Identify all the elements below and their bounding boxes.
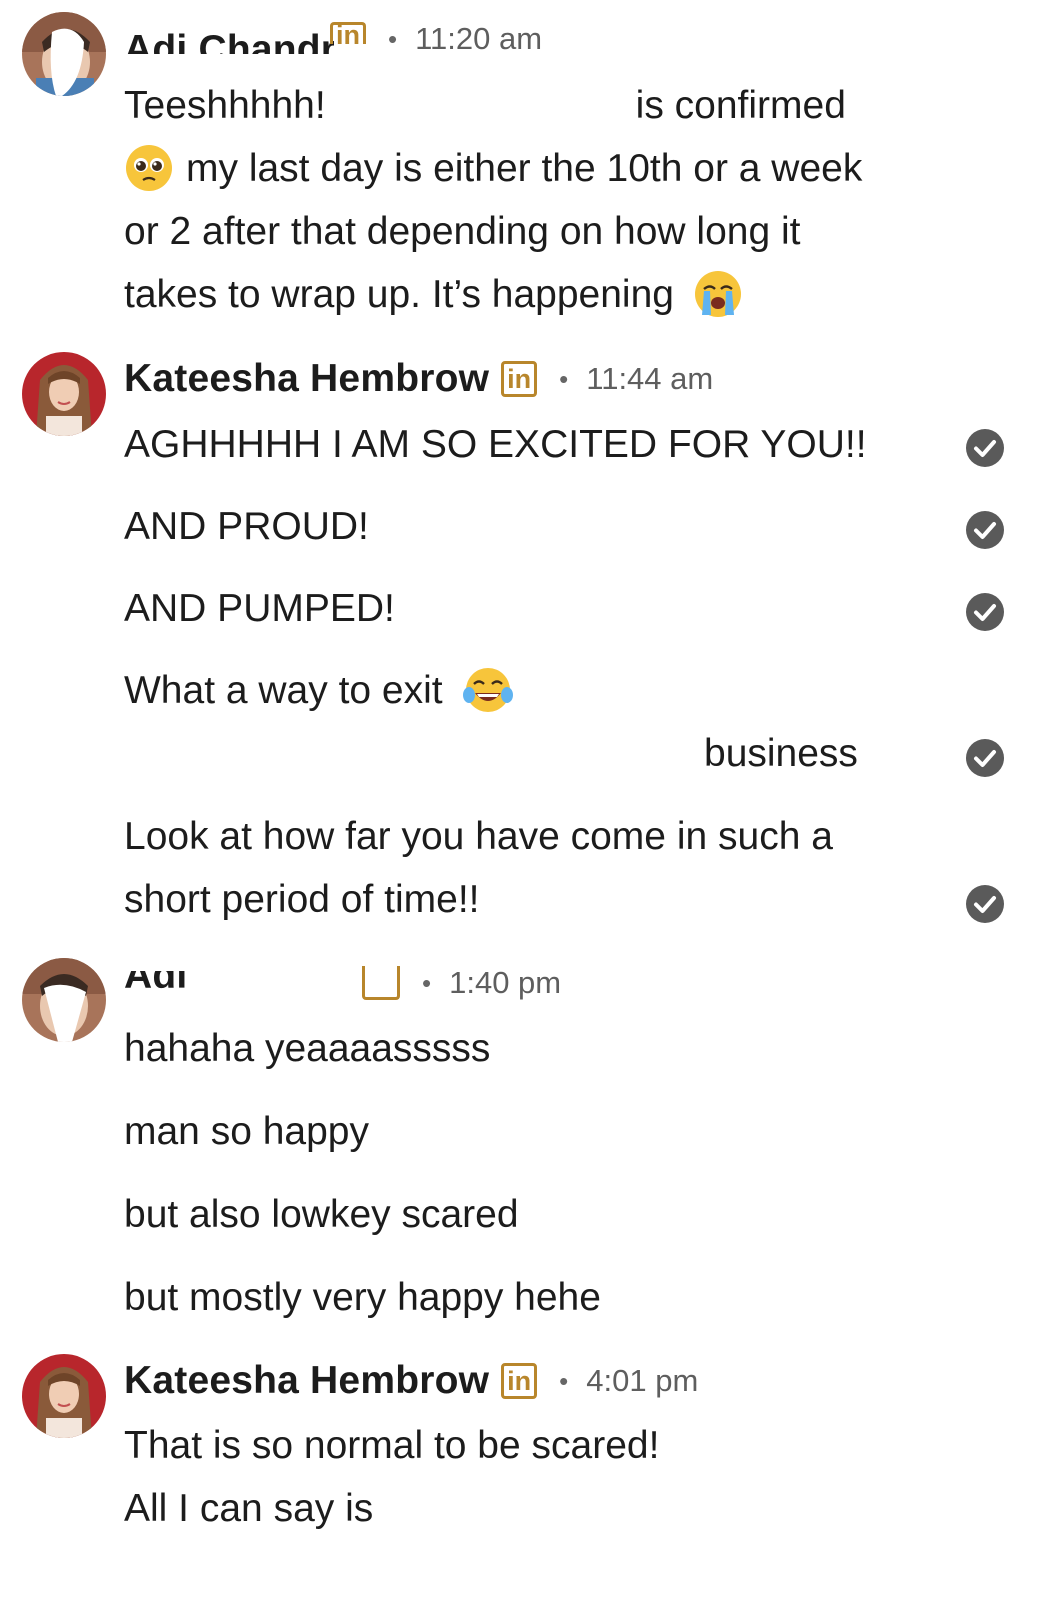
message-text: my last day is either the 10th or a week: [186, 147, 863, 190]
linkedin-icon: in: [501, 1363, 538, 1399]
message-text: That is so normal to be scared!: [124, 1424, 660, 1467]
sender-name[interactable]: Adi: [124, 971, 334, 995]
message-text: man so happy: [124, 1110, 369, 1153]
linkedin-icon: in: [501, 361, 538, 397]
message-line: but mostly very happy hehe: [124, 1270, 601, 1326]
message-text: Look at how far you have come in such a: [124, 815, 833, 858]
separator-dot: •: [422, 967, 432, 998]
message-line: All I can say is: [124, 1481, 373, 1537]
message-line: hahaha yeaaaasssss: [124, 1021, 490, 1077]
separator-dot: •: [388, 23, 398, 54]
message-line: or 2 after that depending on how long it: [124, 204, 800, 260]
message-header: Adi in • 1:40 pm: [124, 958, 561, 1008]
sender-name[interactable]: Kateesha Hembrow: [124, 1359, 489, 1403]
message-header: Adi Chandra in • 11:20 am: [124, 14, 542, 64]
check-circle-icon: [966, 429, 1004, 467]
message-text: short period of time!!: [124, 878, 480, 921]
message-line: Teeshhhhh! is confirmed: [124, 78, 846, 134]
message-text: AND PROUD!: [124, 505, 369, 548]
message-line: takes to wrap up. It’s happening: [124, 267, 747, 323]
message-line: What a way to exit: [124, 663, 517, 719]
message-line: Look at how far you have come in such a: [124, 809, 833, 865]
message-text: or 2 after that depending on how long it: [124, 210, 801, 253]
message-line: AND PROUD!: [124, 499, 369, 555]
sender-name[interactable]: Adi Chandra: [124, 24, 334, 54]
message-text: but also lowkey scared: [124, 1193, 519, 1236]
timestamp: 4:01 pm: [586, 1363, 699, 1398]
sender-name[interactable]: Kateesha Hembrow: [124, 357, 489, 401]
linkedin-icon: in: [362, 966, 400, 1000]
timestamp: 11:44 am: [586, 361, 714, 396]
message-text: takes to wrap up. It’s happening: [124, 273, 674, 316]
separator-dot: •: [559, 1365, 569, 1396]
message-line: business: [124, 726, 858, 782]
message-line: AGHHHHH I AM SO EXCITED FOR YOU!!: [124, 417, 867, 473]
message-text: What a way to exit: [124, 669, 443, 712]
tears-of-joy-emoji: [463, 665, 514, 715]
check-circle-icon: [966, 511, 1004, 549]
check-circle-icon: [966, 593, 1004, 631]
message-line: short period of time!!: [124, 872, 480, 928]
avatar[interactable]: [22, 958, 106, 1042]
message-header: Kateesha Hembrow in • 4:01 pm: [124, 1356, 698, 1406]
loudly-crying-face-emoji: [693, 269, 743, 319]
message-header: Kateesha Hembrow in • 11:44 am: [124, 354, 713, 404]
timestamp: 1:40 pm: [449, 965, 562, 1000]
message-thread: Adi Chandra in • 11:20 am Teeshhhhh! is c…: [0, 0, 1048, 1600]
separator-dot: •: [559, 363, 569, 394]
message-line: AND PUMPED!: [124, 581, 395, 637]
message-line: my last day is either the 10th or a week: [124, 141, 862, 197]
message-text: business: [704, 732, 858, 775]
timestamp: 11:20 am: [415, 21, 543, 56]
message-text: Teeshhhhh!: [124, 84, 326, 127]
message-text: AGHHHHH I AM SO EXCITED FOR YOU!!: [124, 423, 867, 466]
avatar[interactable]: [22, 352, 106, 436]
message-text: AND PUMPED!: [124, 587, 395, 630]
pleading-face-emoji: [124, 143, 174, 193]
message-text: is confirmed: [635, 84, 846, 127]
check-circle-icon: [966, 885, 1004, 923]
linkedin-icon: in: [330, 22, 366, 44]
message-text: All I can say is: [124, 1487, 374, 1530]
check-circle-icon: [966, 739, 1004, 777]
avatar[interactable]: [22, 12, 106, 96]
message-line: man so happy: [124, 1104, 369, 1160]
avatar[interactable]: [22, 1354, 106, 1438]
message-line: but also lowkey scared: [124, 1187, 519, 1243]
message-text: but mostly very happy hehe: [124, 1276, 601, 1319]
message-text: hahaha yeaaaasssss: [124, 1027, 491, 1070]
message-line: That is so normal to be scared!: [124, 1418, 659, 1474]
